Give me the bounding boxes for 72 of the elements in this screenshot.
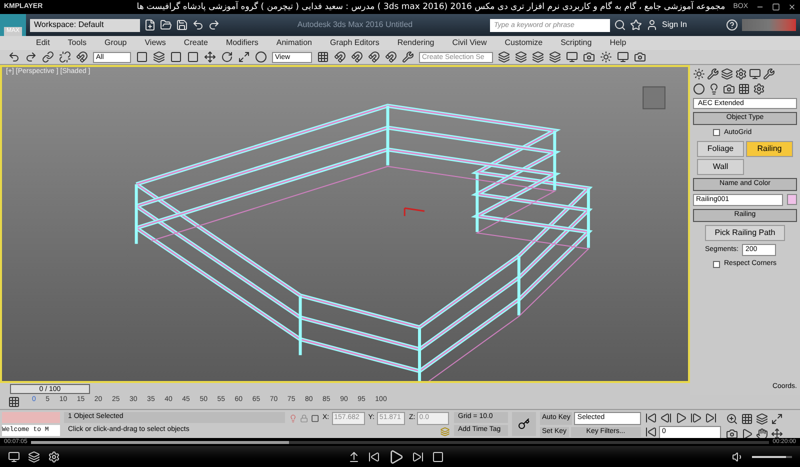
- menu-item[interactable]: Create: [184, 37, 208, 49]
- open-folder-icon[interactable]: [160, 19, 172, 31]
- new-file-icon[interactable]: [144, 19, 156, 31]
- settings-icon[interactable]: [48, 450, 60, 462]
- menu-item[interactable]: Edit: [36, 37, 50, 49]
- seek-bar[interactable]: [31, 440, 769, 444]
- key-icon: [518, 418, 530, 430]
- save-icon[interactable]: [176, 19, 188, 31]
- angle-snap-icon[interactable]: [351, 51, 363, 63]
- placement-icon[interactable]: [255, 51, 267, 63]
- pan-icon[interactable]: [756, 428, 768, 440]
- next-frame-icon[interactable]: [690, 412, 702, 424]
- object-type-button[interactable]: Foliage: [697, 141, 744, 157]
- previous-icon[interactable]: [368, 450, 380, 462]
- window-crossing-icon[interactable]: [187, 51, 199, 63]
- absolute-mode-icon[interactable]: [311, 414, 320, 423]
- star-icon[interactable]: [630, 19, 642, 31]
- play-icon[interactable]: [675, 412, 687, 424]
- move-icon[interactable]: [204, 51, 216, 63]
- unlink-icon[interactable]: [59, 51, 71, 63]
- spinner-snap-icon[interactable]: [385, 51, 397, 63]
- menu-item[interactable]: Modifiers: [226, 37, 258, 49]
- redo-icon[interactable]: [25, 51, 37, 63]
- workspace-dropdown[interactable]: Workspace: Default: [30, 18, 140, 32]
- link-icon[interactable]: [42, 51, 54, 63]
- play-icon[interactable]: [388, 448, 404, 464]
- menu-item[interactable]: Graph Editors: [330, 37, 380, 49]
- menu-item[interactable]: Animation: [276, 37, 312, 49]
- help-icon[interactable]: [726, 19, 738, 31]
- menu-item[interactable]: Civil View: [452, 37, 487, 49]
- go-to-start-icon[interactable]: [645, 412, 657, 424]
- respect-corners-checkbox[interactable]: [713, 260, 720, 268]
- menu-item[interactable]: Group: [104, 37, 127, 49]
- menu-item[interactable]: Customize: [504, 37, 543, 49]
- mini-curve-editor-icon[interactable]: [8, 396, 20, 408]
- zoom-all-icon[interactable]: [741, 413, 753, 425]
- percent-snap-icon[interactable]: [368, 51, 380, 63]
- close-icon[interactable]: [788, 3, 796, 11]
- object-color-swatch[interactable]: [787, 194, 797, 204]
- next-icon[interactable]: [412, 450, 424, 462]
- stop-icon[interactable]: [432, 450, 444, 462]
- redo-icon[interactable]: [208, 19, 220, 31]
- object-type-button[interactable]: Railing: [746, 141, 793, 157]
- axis-gizmo-icon: [404, 207, 425, 216]
- previous-frame-icon[interactable]: [660, 412, 672, 424]
- pick-railing-path-button[interactable]: Pick Railing Path: [705, 224, 785, 240]
- pivot-icon[interactable]: [317, 51, 329, 63]
- undo-icon[interactable]: [192, 19, 204, 31]
- zoom-icon[interactable]: [726, 413, 738, 425]
- app-title: Autodesk 3ds Max 2016 Untitled: [296, 19, 414, 31]
- go-to-end-icon[interactable]: [705, 412, 717, 424]
- autogrid-checkbox[interactable]: [713, 129, 720, 136]
- menu-item[interactable]: Rendering: [397, 37, 434, 49]
- menu-item[interactable]: Views: [144, 37, 166, 49]
- user-icon[interactable]: [646, 19, 658, 31]
- menu-item[interactable]: Scripting: [560, 37, 592, 49]
- undo-icon[interactable]: [8, 51, 20, 63]
- menu-item[interactable]: Tools: [68, 37, 86, 49]
- edit-named-icon[interactable]: [402, 51, 414, 63]
- scale-icon[interactable]: [238, 51, 250, 63]
- region-icon[interactable]: [170, 51, 182, 63]
- menu-item[interactable]: Help: [610, 37, 626, 49]
- rotate-icon[interactable]: [221, 51, 233, 63]
- volume-icon[interactable]: [732, 450, 744, 462]
- snap-icon[interactable]: [334, 51, 346, 63]
- geometry-icon[interactable]: [693, 83, 705, 95]
- sign-in-link[interactable]: Sign In: [662, 19, 722, 31]
- video-title: مجموعه آموزشی جامع ، گام به گام و کاربردی نرم افزار تری دی مکس 2016 (3ds max 2016 ) مدرس : سعید فدایی ( تیچرمن ) گروه آموزشی پادشاه گرافیست ها: [136, 0, 726, 14]
- set-key-toggle-button[interactable]: [512, 412, 536, 436]
- maximize-icon[interactable]: [772, 3, 780, 11]
- object-type-button[interactable]: Wall: [697, 159, 744, 175]
- select-icon[interactable]: [136, 51, 148, 63]
